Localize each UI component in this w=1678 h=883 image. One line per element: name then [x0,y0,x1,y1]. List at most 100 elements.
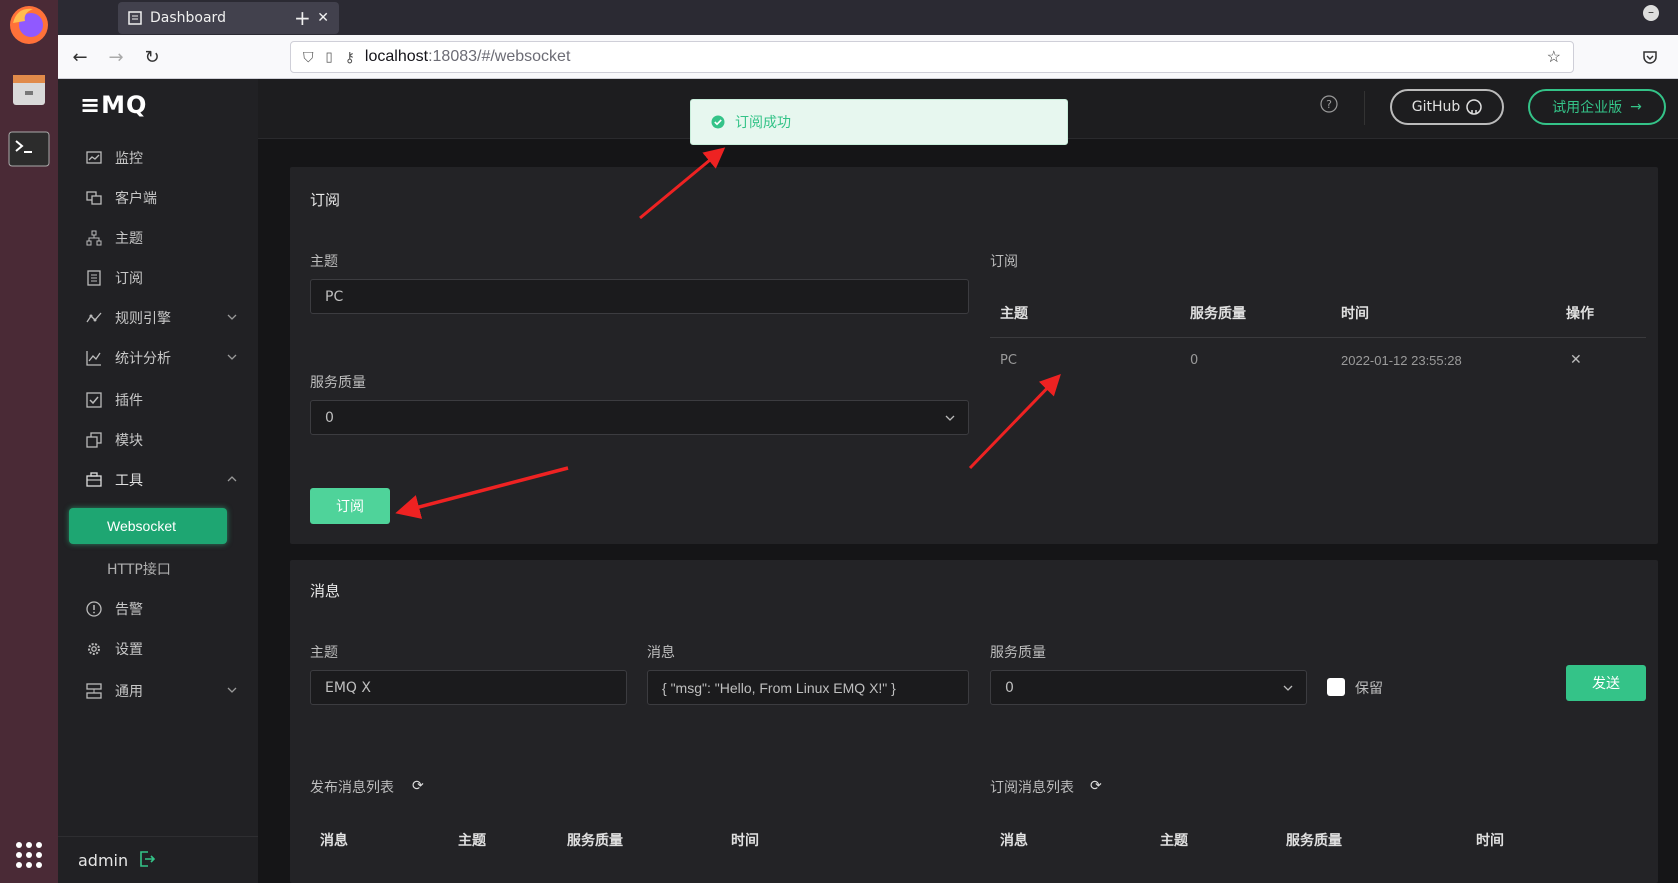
emq-logo: ≡MQ [80,91,148,119]
success-toast: 订阅成功 [690,99,1068,145]
arrow-right-icon: → [1630,99,1642,115]
message-qos-label: 服务质量 [990,645,1046,661]
header-divider [1364,91,1365,125]
send-button[interactable]: 发送 [1566,665,1646,701]
message-qos-select[interactable]: 0 [990,670,1307,705]
sidebar-item-rules[interactable]: 规则引擎 [58,300,258,336]
column-header-action: 操作 [1566,306,1594,322]
chevron-down-icon [226,351,238,367]
close-tab-icon[interactable]: ✕ [317,10,329,26]
github-button[interactable]: GitHub [1390,89,1504,125]
new-tab-icon[interactable]: + [294,6,311,30]
main-content: 订阅 主题 PC 服务质量 0 订阅 订阅 主题 服务质量 时间 操作 PC 0… [258,139,1678,883]
message-topic-label: 主题 [310,645,338,661]
file-manager-icon[interactable] [6,66,52,112]
sidebar-item-subscriptions[interactable]: 订阅 [58,260,258,296]
topic-label: 主题 [310,254,338,270]
table-header-divider [990,337,1646,338]
reload-icon[interactable]: ↻ [140,45,164,69]
refresh-received-icon[interactable]: ⟳ [1090,778,1102,794]
sidebar-item-general[interactable]: 通用 [58,673,258,709]
sidebar-item-label: 插件 [115,393,143,409]
bookmark-star-icon[interactable]: ☆ [1547,47,1561,67]
published-list-title: 发布消息列表 [310,780,394,796]
tools-icon [85,471,103,489]
row-topic: PC [1000,353,1017,368]
sub-column-message: 消息 [1000,833,1028,849]
retain-checkbox[interactable] [1327,678,1345,696]
subscriptions-icon [85,269,103,287]
sidebar-item-tools[interactable]: 工具 [58,462,258,498]
os-dock [0,0,58,883]
sidebar-item-topics[interactable]: 主题 [58,220,258,256]
topics-icon [85,229,103,247]
browser-tab-bar: Dashboard ✕ + – [58,0,1678,35]
sidebar: ≡MQ 监控 客户端 主题 订阅 规则引擎 统计分析 插件 模块 工具 Webs… [58,79,258,883]
subscribe-topic-input[interactable]: PC [310,279,969,314]
clients-icon [85,189,103,207]
subscription-list-title: 订阅 [990,254,1018,270]
column-header-time: 时间 [1341,306,1369,322]
logout-icon[interactable] [138,850,156,872]
sidebar-item-settings[interactable]: 设置 [58,631,258,667]
rules-icon [85,309,103,327]
plugins-icon [85,391,103,409]
row-time: 2022-01-12 23:55:28 [1341,353,1462,368]
page-info-icon: ▯ [325,49,333,64]
qos-label: 服务质量 [310,375,366,391]
row-qos: 0 [1190,353,1199,368]
username: admin [78,851,129,870]
back-icon[interactable]: ← [68,45,92,69]
pub-column-topic: 主题 [458,833,486,849]
sidebar-item-label: 订阅 [115,271,143,287]
forward-icon[interactable]: → [104,45,128,69]
try-enterprise-button[interactable]: 试用企业版 → [1528,89,1666,125]
alarm-icon [85,600,103,618]
subscribe-card: 订阅 主题 PC 服务质量 0 订阅 订阅 主题 服务质量 时间 操作 PC 0… [290,167,1658,544]
sidebar-item-websocket[interactable]: Websocket [69,508,227,544]
sidebar-item-label: 统计分析 [115,351,171,367]
toast-text: 订阅成功 [735,115,791,131]
chevron-down-icon [1282,682,1294,698]
subscribe-button[interactable]: 订阅 [310,488,390,524]
url-bar[interactable]: ⛉ ▯ ⚷ localhost:18083/#/websocket ☆ [290,41,1574,73]
tab-title: Dashboard [150,10,226,26]
sidebar-item-plugins[interactable]: 插件 [58,382,258,418]
firefox-icon[interactable] [6,2,52,48]
message-topic-input[interactable]: EMQ X [310,670,627,705]
sidebar-item-alarms[interactable]: 告警 [58,591,258,627]
sidebar-item-label: 设置 [115,642,143,658]
url-path: :18083/#/websocket [428,48,571,65]
sidebar-item-label: 告警 [115,602,143,618]
sub-column-topic: 主题 [1160,833,1188,849]
chevron-down-icon [226,311,238,327]
svg-text:?: ? [1326,98,1332,111]
sidebar-item-label: 通用 [115,684,143,700]
terminal-icon[interactable] [6,126,52,172]
message-title: 消息 [310,582,341,600]
message-body-input[interactable]: { "msg": "Hello, From Linux EMQ X!" } [647,670,969,705]
sidebar-item-modules[interactable]: 模块 [58,422,258,458]
subscribe-qos-select[interactable]: 0 [310,400,969,435]
received-list-title: 订阅消息列表 [990,780,1074,796]
sidebar-item-monitor[interactable]: 监控 [58,140,258,176]
minimize-icon[interactable]: – [1643,5,1659,21]
sidebar-item-clients[interactable]: 客户端 [58,180,258,216]
sidebar-divider [58,836,258,837]
message-card: 消息 主题 EMQ X 消息 { "msg": "Hello, From Lin… [290,560,1658,883]
pub-column-message: 消息 [320,833,348,849]
column-header-qos: 服务质量 [1190,306,1246,322]
message-body-value: { "msg": "Hello, From Linux EMQ X!" } [662,679,896,696]
help-icon[interactable]: ? [1320,95,1338,117]
stats-icon [85,349,103,367]
settings-icon [85,640,103,658]
page-icon [128,11,142,25]
unsubscribe-close-icon[interactable]: ✕ [1570,352,1582,368]
sidebar-item-stats[interactable]: 统计分析 [58,340,258,376]
app-grid-icon[interactable] [6,832,52,878]
sidebar-item-label: 规则引擎 [115,311,171,327]
pocket-icon[interactable] [1638,45,1662,69]
sidebar-item-http-api[interactable]: HTTP接口 [107,551,171,587]
message-qos-value: 0 [1005,679,1014,696]
refresh-published-icon[interactable]: ⟳ [412,778,424,794]
